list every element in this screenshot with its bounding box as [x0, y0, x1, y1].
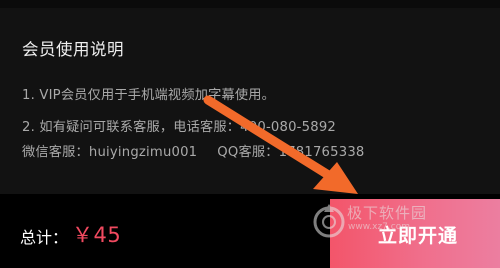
open-now-button-label: 立即开通	[378, 225, 459, 247]
top-strip	[0, 0, 500, 8]
wechat-service-text: 微信客服：huiyingzimu001	[22, 145, 198, 160]
qq-service-text: QQ客服：1781765338	[217, 145, 365, 160]
instruction-line-3: 微信客服：huiyingzimu001 QQ客服：1781765338	[22, 141, 365, 160]
total-price: ￥45	[72, 223, 122, 247]
total-label: 总计：	[20, 228, 69, 247]
usage-instructions-title: 会员使用说明	[22, 40, 124, 59]
open-now-button[interactable]: 立即开通	[330, 199, 500, 268]
instruction-line-1: 1. VIP会员仅用于手机端视频加字幕使用。	[22, 88, 276, 103]
instruction-line-2: 2. 如有疑问可联系客服，电话客服：400-080-5892	[22, 120, 337, 135]
